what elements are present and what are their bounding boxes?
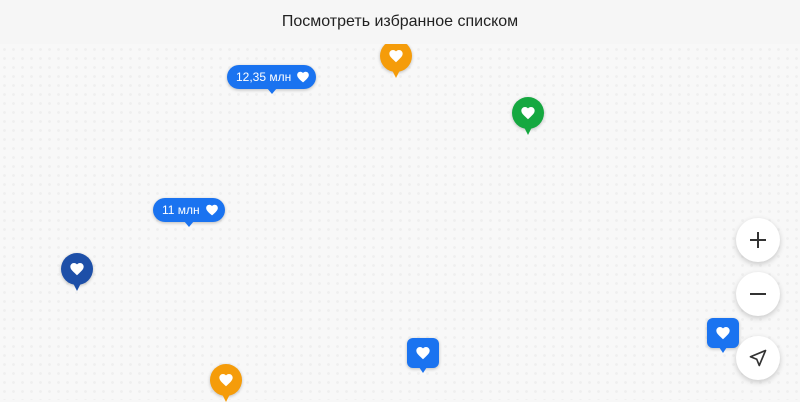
price-marker-label: 12,35 млн bbox=[236, 70, 292, 84]
plus-icon bbox=[748, 230, 768, 250]
favorites-list-link[interactable]: Посмотреть избранное списком bbox=[0, 0, 800, 44]
heart-icon bbox=[205, 203, 219, 217]
zoom-out-button[interactable] bbox=[736, 272, 780, 316]
zoom-in-button[interactable] bbox=[736, 218, 780, 262]
minus-icon bbox=[748, 284, 768, 304]
price-marker-label: 11 млн bbox=[162, 203, 200, 217]
heart-icon bbox=[296, 70, 310, 84]
heart-icon bbox=[520, 105, 536, 121]
price-marker[interactable]: 12,35 млн bbox=[227, 65, 317, 94]
dark-blue-round-pin[interactable] bbox=[61, 253, 93, 291]
orange-round-pin[interactable] bbox=[210, 364, 242, 402]
favorites-list-label: Посмотреть избранное списком bbox=[281, 13, 519, 30]
blue-square-pin[interactable] bbox=[707, 318, 739, 353]
heart-icon bbox=[388, 48, 404, 64]
heart-icon bbox=[715, 325, 731, 341]
orange-round-pin[interactable] bbox=[380, 40, 412, 78]
heart-icon bbox=[218, 372, 234, 388]
green-round-pin[interactable] bbox=[512, 97, 544, 135]
heart-icon bbox=[69, 261, 85, 277]
heart-icon bbox=[415, 345, 431, 361]
price-marker[interactable]: 11 млн bbox=[153, 198, 225, 227]
locate-me-button[interactable] bbox=[736, 336, 780, 380]
navigation-arrow-icon bbox=[748, 348, 768, 368]
blue-square-pin[interactable] bbox=[407, 338, 439, 373]
